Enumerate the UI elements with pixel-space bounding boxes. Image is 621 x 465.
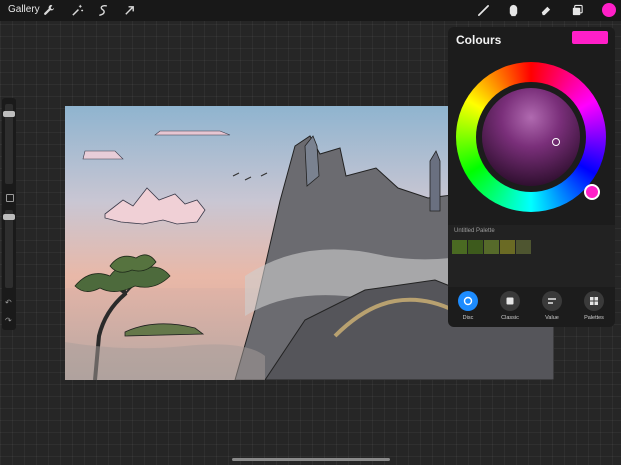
panel-title: Colours (456, 33, 502, 47)
palette-swatch[interactable] (500, 240, 515, 254)
palettes-icon (584, 291, 604, 311)
modify-button[interactable] (6, 194, 14, 202)
smudge-icon[interactable] (506, 3, 521, 18)
palette-title: Untitled Palette (454, 228, 495, 234)
tab-value[interactable]: Value (532, 289, 572, 327)
brush-size-slider[interactable] (3, 104, 15, 184)
classic-icon (500, 291, 520, 311)
home-indicator[interactable] (232, 458, 390, 461)
brush-icon[interactable] (476, 3, 491, 18)
disc-icon (458, 291, 478, 311)
magic-wand-icon[interactable] (70, 3, 85, 18)
tab-label: Value (545, 315, 559, 321)
sidebar: ↶ ↷ (2, 98, 16, 330)
brush-size-thumb[interactable] (3, 111, 15, 117)
opacity-slider[interactable] (3, 210, 15, 288)
selection-icon[interactable] (96, 3, 111, 18)
eraser-icon[interactable] (538, 3, 553, 18)
layers-icon[interactable] (570, 3, 585, 18)
palette-swatch[interactable] (516, 240, 531, 254)
gallery-button[interactable]: Gallery (8, 4, 40, 15)
transform-arrow-icon[interactable] (122, 3, 137, 18)
tab-label: Disc (462, 315, 474, 321)
current-colour-swatch[interactable] (572, 31, 608, 44)
tab-label: Palettes (584, 315, 604, 321)
palette-swatch[interactable] (452, 240, 467, 254)
palette-section: Untitled Palette (448, 225, 615, 287)
hue-ring[interactable] (456, 62, 606, 212)
colour-swatch-button[interactable] (602, 3, 616, 17)
saturation-brightness-disc[interactable] (482, 88, 580, 186)
redo-icon[interactable]: ↷ (5, 316, 12, 325)
colour-mode-tabs: Disc Classic Value Palettes (448, 289, 615, 327)
undo-icon[interactable]: ↶ (5, 298, 12, 307)
palette-swatch[interactable] (468, 240, 483, 254)
hue-marker[interactable] (584, 184, 600, 200)
tab-disc[interactable]: Disc (448, 289, 488, 327)
colours-panel: Colours Untitled Palette Disc Classic Va… (448, 27, 615, 327)
value-icon (542, 291, 562, 311)
wrench-icon[interactable] (42, 3, 57, 18)
tab-label: Classic (501, 315, 519, 321)
opacity-thumb[interactable] (3, 214, 15, 220)
top-toolbar: Gallery (0, 0, 621, 21)
saturation-marker[interactable] (552, 138, 560, 146)
palette-swatch[interactable] (484, 240, 499, 254)
tab-palettes[interactable]: Palettes (574, 289, 614, 327)
tab-classic[interactable]: Classic (490, 289, 530, 327)
